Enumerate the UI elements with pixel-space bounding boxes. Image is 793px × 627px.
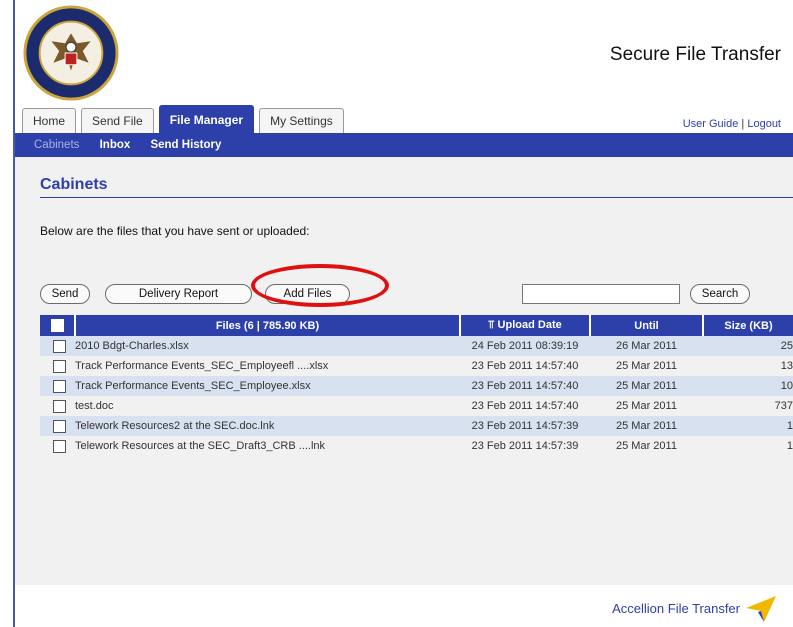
row-checkbox[interactable] xyxy=(53,439,66,453)
until-cell: 25 Mar 2011 xyxy=(616,400,677,412)
size-cell: 10 xyxy=(703,376,793,396)
size-cell: 737 xyxy=(774,400,793,412)
row-checkbox[interactable] xyxy=(53,399,66,413)
app-title: Secure File Transfer xyxy=(609,44,781,65)
table-row: Telework Resources2 at the SEC.doc.lnk 2… xyxy=(40,416,793,436)
until-column-header[interactable]: Until xyxy=(590,315,704,336)
send-button[interactable]: Send xyxy=(40,284,90,304)
delivery-report-button[interactable]: Delivery Report xyxy=(105,284,252,304)
subnav-send-history[interactable]: Send History xyxy=(150,133,221,157)
table-row: Track Performance Events_SEC_Employee.xl… xyxy=(40,376,793,396)
tab-file-manager[interactable]: File Manager xyxy=(158,105,255,133)
upload-date-cell: 23 Feb 2011 14:57:40 xyxy=(460,376,590,396)
until-cell: 25 Mar 2011 xyxy=(616,360,677,372)
footer-brand: Accellion File Transfer xyxy=(612,601,740,616)
page-title: Cabinets xyxy=(40,176,108,193)
upload-date-cell: 23 Feb 2011 14:57:40 xyxy=(471,400,579,412)
upload-date-cell: 23 Feb 2011 14:57:39 xyxy=(460,416,590,436)
size-column-header[interactable]: Size (KB) xyxy=(703,315,793,336)
until-cell: 25 Mar 2011 xyxy=(590,376,703,396)
row-checkbox[interactable] xyxy=(53,339,66,353)
upload-date-column-header[interactable]: ⫪ Upload Date xyxy=(460,315,591,336)
file-name-link[interactable]: test.doc xyxy=(75,396,460,416)
main-tabs: Home Send File File Manager My Settings xyxy=(22,103,349,133)
table-row: test.doc 23 Feb 2011 14:57:40 25 Mar 201… xyxy=(40,396,793,416)
title-divider xyxy=(40,197,793,198)
size-cell: 25 xyxy=(703,336,793,356)
until-cell: 25 Mar 2011 xyxy=(590,416,703,436)
size-cell: 1 xyxy=(786,440,793,452)
page-description: Below are the files that you have sent o… xyxy=(40,224,310,238)
sub-navigation: Cabinets Inbox Send History xyxy=(15,133,793,157)
sec-seal-logo xyxy=(23,5,119,101)
user-guide-link[interactable]: User Guide xyxy=(683,118,739,130)
file-name-link[interactable]: Telework Resources at the SEC_Draft3_CRB… xyxy=(75,436,460,456)
link-separator: | xyxy=(741,118,745,130)
until-cell: 26 Mar 2011 xyxy=(590,336,703,356)
select-all-checkbox[interactable] xyxy=(50,319,64,332)
main-content: Cabinets Below are the files that you ha… xyxy=(15,157,793,585)
upload-date-cell: 23 Feb 2011 14:57:39 xyxy=(471,440,579,452)
upload-date-cell: 24 Feb 2011 08:39:19 xyxy=(460,336,590,356)
table-row: 2010 Bdgt-Charles.xlsx 24 Feb 2011 08:39… xyxy=(40,336,793,356)
files-table: Files (6 | 785.90 KB) ⫪ Upload Date Unti… xyxy=(40,315,793,456)
search-input[interactable] xyxy=(522,284,680,304)
row-checkbox[interactable] xyxy=(53,359,66,373)
size-cell: 13 xyxy=(780,360,793,372)
file-name-link[interactable]: Track Performance Events_SEC_Employee.xl… xyxy=(75,376,460,396)
tab-send-file[interactable]: Send File xyxy=(81,108,154,133)
file-name-link[interactable]: 2010 Bdgt-Charles.xlsx xyxy=(75,336,460,356)
accellion-logo-icon xyxy=(746,596,776,622)
upload-date-header-label: Upload Date xyxy=(497,319,562,331)
table-header-row: Files (6 | 785.90 KB) ⫪ Upload Date Unti… xyxy=(40,315,793,336)
sort-desc-icon: ⫪ xyxy=(488,319,495,331)
row-checkbox[interactable] xyxy=(53,379,66,393)
tab-my-settings[interactable]: My Settings xyxy=(259,108,344,133)
logout-link[interactable]: Logout xyxy=(747,118,781,130)
row-checkbox[interactable] xyxy=(53,419,66,433)
file-name-link[interactable]: Telework Resources2 at the SEC.doc.lnk xyxy=(75,416,460,436)
top-links: User Guide | Logout xyxy=(683,118,781,130)
table-row: Telework Resources at the SEC_Draft3_CRB… xyxy=(40,436,793,456)
search-button[interactable]: Search xyxy=(690,284,750,304)
file-name-link[interactable]: Track Performance Events_SEC_Employeefl … xyxy=(75,356,460,376)
subnav-cabinets[interactable]: Cabinets xyxy=(34,133,79,157)
select-all-cell xyxy=(40,315,76,336)
size-cell: 1 xyxy=(703,416,793,436)
upload-date-cell: 23 Feb 2011 14:57:40 xyxy=(471,360,579,372)
table-row: Track Performance Events_SEC_Employeefl … xyxy=(40,356,793,376)
tab-home[interactable]: Home xyxy=(22,108,77,133)
highlight-circle xyxy=(251,264,389,307)
app-window: Secure File Transfer Home Send File File… xyxy=(0,0,793,627)
files-column-header[interactable]: Files (6 | 785.90 KB) xyxy=(75,315,461,336)
subnav-inbox[interactable]: Inbox xyxy=(100,133,131,157)
until-cell: 25 Mar 2011 xyxy=(616,440,677,452)
